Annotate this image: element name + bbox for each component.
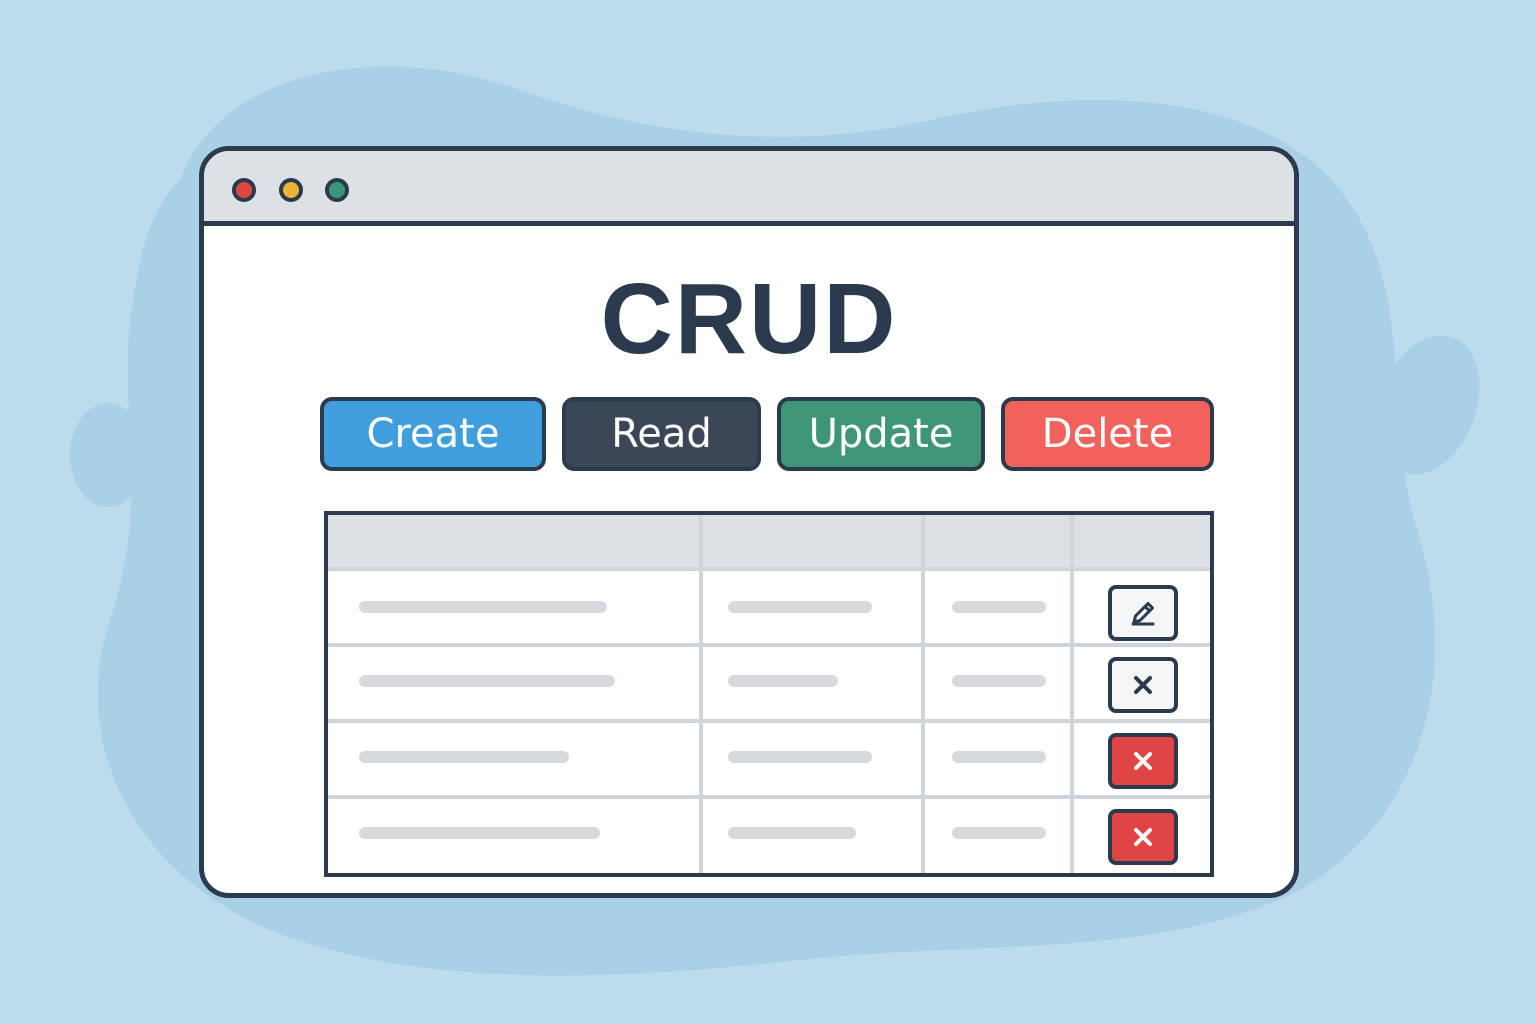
close-icon: [1134, 752, 1152, 770]
browser-window: CRUD Create Read Update Delete: [199, 146, 1299, 898]
placeholder-text: [952, 675, 1046, 687]
placeholder-text: [359, 751, 569, 763]
delete-row-button[interactable]: [1108, 733, 1178, 789]
minimize-window-dot[interactable]: [279, 178, 303, 202]
placeholder-text: [952, 601, 1046, 613]
maximize-window-dot[interactable]: [325, 178, 349, 202]
placeholder-text: [728, 601, 872, 613]
update-button[interactable]: Update: [777, 397, 985, 471]
placeholder-text: [952, 751, 1046, 763]
table-header: [328, 515, 1210, 571]
window-titlebar: [204, 151, 1294, 226]
table-row: [328, 799, 1210, 871]
table-row: [328, 723, 1210, 795]
delete-row-button[interactable]: [1108, 657, 1178, 713]
placeholder-text: [728, 675, 838, 687]
delete-row-button[interactable]: [1108, 809, 1178, 865]
edit-row-button[interactable]: [1108, 585, 1178, 641]
pencil-icon: [1131, 602, 1155, 626]
read-button[interactable]: Read: [562, 397, 761, 471]
placeholder-text: [728, 827, 856, 839]
placeholder-text: [952, 827, 1046, 839]
table-row: [328, 647, 1210, 719]
close-window-dot[interactable]: [232, 178, 256, 202]
close-icon: [1134, 828, 1152, 846]
placeholder-text: [359, 675, 615, 687]
delete-button[interactable]: Delete: [1001, 397, 1214, 471]
create-button[interactable]: Create: [320, 397, 546, 471]
data-table: [324, 511, 1214, 877]
page-title: CRUD: [600, 263, 898, 375]
table-row: [328, 571, 1210, 643]
placeholder-text: [359, 601, 607, 613]
placeholder-text: [728, 751, 872, 763]
close-icon: [1134, 676, 1152, 694]
placeholder-text: [359, 827, 600, 839]
